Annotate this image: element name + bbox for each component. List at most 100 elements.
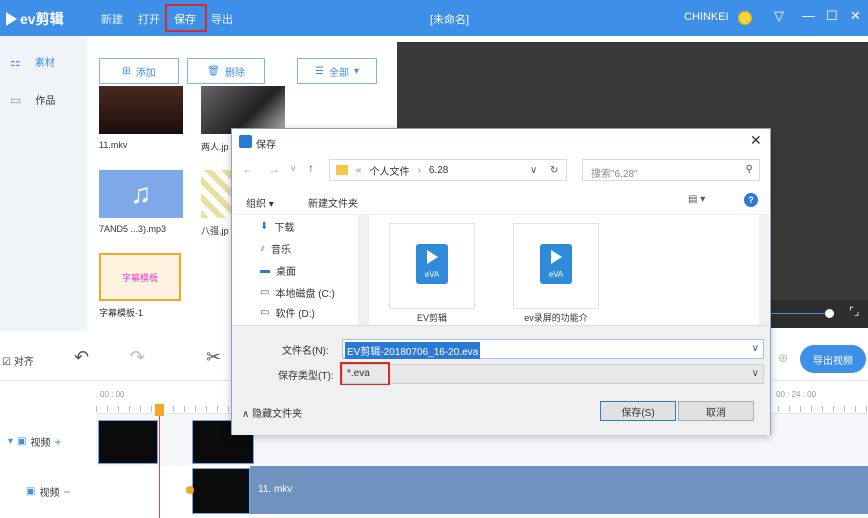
chevron-down-icon[interactable]: ∨	[752, 343, 759, 354]
maximize-button[interactable]: ☐	[826, 8, 838, 24]
sidebar-item-material[interactable]: ⚏ 素材	[10, 54, 55, 70]
playhead-handle[interactable]	[155, 404, 164, 416]
track-clip[interactable]	[98, 420, 158, 464]
add-track-button[interactable]: +	[54, 435, 61, 449]
tree-item-downloads[interactable]: ⬇ 下载	[260, 219, 294, 234]
ruler-start-time: 00 : 00	[100, 390, 125, 399]
tree-item-drive-c[interactable]: ▭ 本地磁盘 (C:)	[260, 285, 335, 300]
save-dialog: 保存 ✕ ← → ∨ ↑ « 个人文件 › 6.28 ∨ ↻ 搜索"6.28" ⚲…	[231, 128, 771, 435]
hide-folders-label: 隐藏文件夹	[252, 409, 303, 420]
media-thumb-image[interactable]	[201, 86, 285, 134]
settings-icon[interactable]: ▽	[774, 8, 784, 24]
filter-select[interactable]: ☰ 全部 ▾	[297, 58, 377, 84]
playhead-line[interactable]	[159, 404, 160, 518]
undo-icon[interactable]: ↶	[74, 347, 89, 368]
tree-item-music[interactable]: ♪ 音乐	[260, 241, 291, 256]
chevron-down-icon[interactable]: ∨	[752, 368, 759, 379]
title-bar: ev剪辑 新建 打开 保存 导出 [未命名] CHINKEI ▽ — ☐ ✕	[0, 0, 868, 36]
add-label: 添加	[135, 67, 156, 79]
sidebar-item-label: 素材	[34, 58, 55, 69]
remove-track-button[interactable]: −	[63, 485, 70, 499]
media-thumb-subtitle[interactable]: 字幕模板	[99, 253, 181, 301]
back-arrow-icon[interactable]: ←	[242, 162, 254, 176]
ruler-end-time: 00 : 24 : 00	[776, 390, 817, 399]
filetype-select[interactable]: *.eva ∨	[342, 364, 764, 384]
media-label: 11.mkv	[99, 140, 128, 150]
file-item[interactable]: eVA	[389, 223, 475, 309]
fullscreen-icon[interactable]: ⌜⌟	[849, 305, 859, 318]
volume-handle[interactable]	[825, 309, 834, 318]
close-button[interactable]: ✕	[850, 8, 861, 24]
search-icon: ⚲	[745, 164, 753, 175]
new-folder-button[interactable]: 新建文件夹	[308, 195, 358, 210]
drive-icon: ▭	[260, 287, 270, 298]
dialog-footer: ∧ 隐藏文件夹 保存(S) 取消	[232, 385, 770, 435]
user-name[interactable]: CHINKEI	[684, 11, 729, 23]
collapse-icon[interactable]: ▾	[8, 436, 13, 447]
tree-item-label: 软件 (D:)	[275, 309, 315, 320]
desktop-icon: ▬	[260, 265, 270, 276]
search-input[interactable]: 搜索"6.28" ⚲	[582, 159, 760, 181]
file-item[interactable]: eVA	[513, 223, 599, 309]
dialog-close-icon[interactable]: ✕	[750, 132, 762, 149]
breadcrumb-item[interactable]: 6.28	[429, 165, 448, 176]
dialog-cancel-button[interactable]: 取消	[678, 401, 754, 421]
align-toggle[interactable]: ☑ 对齐	[2, 353, 34, 368]
address-bar[interactable]: « 个人文件 › 6.28 ∨ ↻	[329, 159, 567, 181]
sidebar-item-works[interactable]: ▭ 作品	[10, 92, 55, 108]
track-clip-bar[interactable]: 11. mkv	[250, 466, 868, 514]
track-clip[interactable]	[192, 468, 250, 514]
zoom-in-icon[interactable]: ⊕	[778, 351, 788, 365]
coin-icon	[738, 11, 752, 25]
dialog-save-button[interactable]: 保存(S)	[600, 401, 676, 421]
scissors-icon[interactable]: ✂	[206, 347, 221, 368]
hide-folders-toggle[interactable]: ∧ 隐藏文件夹	[242, 405, 302, 420]
chevron-down-icon: ▾	[353, 65, 359, 77]
add-button[interactable]: ⊞ 添加	[99, 58, 179, 84]
help-icon[interactable]: ?	[744, 193, 758, 207]
minimize-button[interactable]: —	[802, 8, 815, 23]
clip-handle[interactable]	[186, 486, 194, 494]
app-name: ev剪辑	[20, 11, 64, 27]
media-thumb-video[interactable]	[99, 86, 183, 134]
refresh-icon[interactable]: ↻	[550, 165, 558, 176]
delete-button[interactable]: 🗑 删除	[187, 58, 265, 84]
filename-label: 文件名(N):	[282, 346, 329, 357]
menu-open[interactable]: 打开	[138, 11, 160, 27]
filter-label: 全部	[328, 67, 349, 79]
forward-arrow-icon[interactable]: →	[268, 162, 280, 176]
breadcrumb-item[interactable]: 个人文件	[370, 163, 410, 178]
filename-field[interactable]: EV剪辑-20180706_16-20.eva ∨	[342, 339, 764, 359]
menu-new[interactable]: 新建	[101, 11, 123, 27]
media-label: 两人.jp	[201, 142, 229, 152]
export-video-button[interactable]: 导出视频	[800, 345, 866, 373]
download-icon: ⬇	[260, 221, 269, 232]
tree-item-label: 下载	[274, 223, 295, 234]
filename-value: EV剪辑-20180706_16-20.eva	[345, 342, 481, 359]
organize-label: 组织	[246, 199, 266, 210]
media-thumb-audio[interactable]: ♫	[99, 170, 183, 218]
clip-label: 11. mkv	[258, 484, 293, 495]
tree-item-drive-d[interactable]: ▭ 软件 (D:)	[260, 305, 315, 320]
organize-menu[interactable]: 组织 ▾	[246, 195, 274, 210]
tree-scrollbar[interactable]	[358, 215, 368, 325]
tree-item-label: 桌面	[276, 267, 296, 278]
recent-dropdown-icon[interactable]: ∨	[290, 163, 297, 174]
subtitle-template-text: 字幕模板	[121, 272, 158, 283]
dialog-app-icon	[239, 135, 252, 148]
app-logo: ev剪辑	[6, 9, 64, 29]
media-label: 7AND5 ...3).mp3	[99, 224, 167, 234]
track-label: 视频	[39, 488, 60, 499]
view-options-icon[interactable]: ▤ ▾	[688, 194, 705, 205]
chevron-down-icon[interactable]: ∨	[530, 165, 537, 176]
redo-icon[interactable]: ↷	[130, 347, 145, 368]
menu-export[interactable]: 导出	[211, 11, 233, 27]
up-arrow-icon[interactable]: ↑	[308, 161, 314, 175]
video-track-icon: ▣	[26, 486, 36, 497]
chevron-right-icon: ›	[417, 164, 421, 176]
file-list-scrollbar[interactable]	[759, 215, 769, 325]
chevron-up-icon: ∧	[242, 409, 250, 420]
file-type-label: eVA	[424, 270, 440, 279]
tree-item-desktop[interactable]: ▬ 桌面	[260, 263, 296, 278]
filetype-highlight-box	[340, 362, 390, 386]
